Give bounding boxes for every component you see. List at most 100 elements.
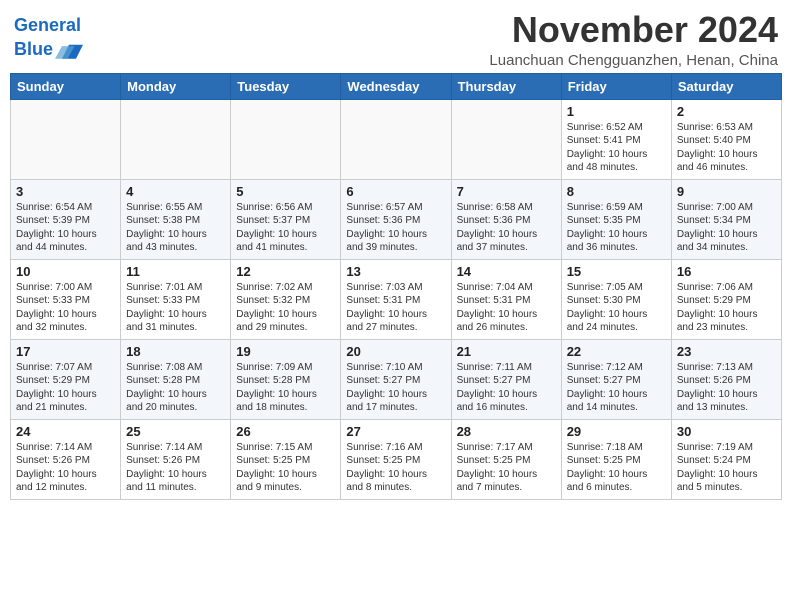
calendar-cell <box>11 99 121 179</box>
calendar-cell: 23 Sunrise: 7:13 AM Sunset: 5:26 PM Dayli… <box>671 339 781 419</box>
weekday-header-friday: Friday <box>561 73 671 99</box>
day-info: Sunrise: 7:04 AM Sunset: 5:31 PM Dayligh… <box>457 281 556 335</box>
calendar-cell: 4 Sunrise: 6:55 AM Sunset: 5:38 PM Daylig… <box>121 179 231 259</box>
weekday-header-sunday: Sunday <box>11 73 121 99</box>
day-number: 17 <box>16 344 115 359</box>
day-number: 28 <box>457 424 556 439</box>
calendar-cell: 1Sunrise: 6:52 AM Sunset: 5:41 PM Daylig… <box>561 99 671 179</box>
day-info: Sunrise: 7:07 AM Sunset: 5:29 PM Dayligh… <box>16 361 115 415</box>
day-info: Sunrise: 6:54 AM Sunset: 5:39 PM Dayligh… <box>16 201 115 255</box>
calendar-week-2: 3 Sunrise: 6:54 AM Sunset: 5:39 PM Daylig… <box>11 179 782 259</box>
calendar-cell: 20Sunrise: 7:10 AM Sunset: 5:27 PM Dayli… <box>341 339 451 419</box>
title-block: November 2024 Luanchuan Chengguanzhen, H… <box>489 10 778 69</box>
day-number: 18 <box>126 344 225 359</box>
day-info: Sunrise: 7:11 AM Sunset: 5:27 PM Dayligh… <box>457 361 556 415</box>
calendar-cell: 21 Sunrise: 7:11 AM Sunset: 5:27 PM Dayli… <box>451 339 561 419</box>
day-number: 13 <box>346 264 445 279</box>
page-header: General Blue November 2024 Luanchuan Che… <box>10 10 782 69</box>
day-number: 24 <box>16 424 115 439</box>
logo-icon <box>55 36 83 64</box>
day-info: Sunrise: 7:01 AM Sunset: 5:33 PM Dayligh… <box>126 281 225 335</box>
day-number: 16 <box>677 264 776 279</box>
calendar-cell: 29 Sunrise: 7:18 AM Sunset: 5:25 PM Dayli… <box>561 419 671 499</box>
calendar-cell: 30 Sunrise: 7:19 AM Sunset: 5:24 PM Dayli… <box>671 419 781 499</box>
day-info: Sunrise: 6:53 AM Sunset: 5:40 PM Dayligh… <box>677 121 776 175</box>
calendar-cell: 11 Sunrise: 7:01 AM Sunset: 5:33 PM Dayli… <box>121 259 231 339</box>
day-number: 14 <box>457 264 556 279</box>
calendar-cell <box>231 99 341 179</box>
calendar-cell: 25Sunrise: 7:14 AM Sunset: 5:26 PM Dayli… <box>121 419 231 499</box>
day-info: Sunrise: 7:18 AM Sunset: 5:25 PM Dayligh… <box>567 441 666 495</box>
day-info: Sunrise: 6:59 AM Sunset: 5:35 PM Dayligh… <box>567 201 666 255</box>
day-number: 7 <box>457 184 556 199</box>
calendar-cell: 28Sunrise: 7:17 AM Sunset: 5:25 PM Dayli… <box>451 419 561 499</box>
day-info: Sunrise: 7:05 AM Sunset: 5:30 PM Dayligh… <box>567 281 666 335</box>
calendar-cell: 14 Sunrise: 7:04 AM Sunset: 5:31 PM Dayli… <box>451 259 561 339</box>
calendar-week-3: 10 Sunrise: 7:00 AM Sunset: 5:33 PM Dayli… <box>11 259 782 339</box>
day-number: 21 <box>457 344 556 359</box>
calendar-cell: 8Sunrise: 6:59 AM Sunset: 5:35 PM Daylig… <box>561 179 671 259</box>
day-number: 5 <box>236 184 335 199</box>
day-number: 10 <box>16 264 115 279</box>
logo-blue: Blue <box>14 40 53 60</box>
day-info: Sunrise: 6:55 AM Sunset: 5:38 PM Dayligh… <box>126 201 225 255</box>
day-number: 27 <box>346 424 445 439</box>
calendar-cell: 17 Sunrise: 7:07 AM Sunset: 5:29 PM Dayli… <box>11 339 121 419</box>
day-number: 2 <box>677 104 776 119</box>
day-info: Sunrise: 6:57 AM Sunset: 5:36 PM Dayligh… <box>346 201 445 255</box>
location: Luanchuan Chengguanzhen, Henan, China <box>489 52 778 69</box>
day-info: Sunrise: 7:19 AM Sunset: 5:24 PM Dayligh… <box>677 441 776 495</box>
calendar-header-row: SundayMondayTuesdayWednesdayThursdayFrid… <box>11 73 782 99</box>
calendar-cell <box>121 99 231 179</box>
day-number: 4 <box>126 184 225 199</box>
day-number: 20 <box>346 344 445 359</box>
logo: General Blue <box>14 16 83 64</box>
month-title: November 2024 <box>489 10 778 50</box>
day-info: Sunrise: 7:06 AM Sunset: 5:29 PM Dayligh… <box>677 281 776 335</box>
day-number: 1 <box>567 104 666 119</box>
calendar-cell: 18 Sunrise: 7:08 AM Sunset: 5:28 PM Dayli… <box>121 339 231 419</box>
calendar-cell: 22Sunrise: 7:12 AM Sunset: 5:27 PM Dayli… <box>561 339 671 419</box>
day-info: Sunrise: 7:03 AM Sunset: 5:31 PM Dayligh… <box>346 281 445 335</box>
day-number: 15 <box>567 264 666 279</box>
day-number: 26 <box>236 424 335 439</box>
calendar-cell: 9 Sunrise: 7:00 AM Sunset: 5:34 PM Daylig… <box>671 179 781 259</box>
calendar-cell: 10 Sunrise: 7:00 AM Sunset: 5:33 PM Dayli… <box>11 259 121 339</box>
day-number: 9 <box>677 184 776 199</box>
day-number: 29 <box>567 424 666 439</box>
day-info: Sunrise: 7:16 AM Sunset: 5:25 PM Dayligh… <box>346 441 445 495</box>
weekday-header-thursday: Thursday <box>451 73 561 99</box>
day-number: 12 <box>236 264 335 279</box>
day-info: Sunrise: 7:08 AM Sunset: 5:28 PM Dayligh… <box>126 361 225 415</box>
day-info: Sunrise: 7:14 AM Sunset: 5:26 PM Dayligh… <box>16 441 115 495</box>
weekday-header-monday: Monday <box>121 73 231 99</box>
logo-general: General <box>14 15 81 35</box>
day-info: Sunrise: 6:56 AM Sunset: 5:37 PM Dayligh… <box>236 201 335 255</box>
calendar-cell: 6 Sunrise: 6:57 AM Sunset: 5:36 PM Daylig… <box>341 179 451 259</box>
calendar-cell: 15 Sunrise: 7:05 AM Sunset: 5:30 PM Dayli… <box>561 259 671 339</box>
calendar-cell: 5 Sunrise: 6:56 AM Sunset: 5:37 PM Daylig… <box>231 179 341 259</box>
calendar-cell: 19Sunrise: 7:09 AM Sunset: 5:28 PM Dayli… <box>231 339 341 419</box>
day-info: Sunrise: 7:00 AM Sunset: 5:33 PM Dayligh… <box>16 281 115 335</box>
day-number: 30 <box>677 424 776 439</box>
calendar-cell: 24 Sunrise: 7:14 AM Sunset: 5:26 PM Dayli… <box>11 419 121 499</box>
day-number: 25 <box>126 424 225 439</box>
calendar-cell: 27 Sunrise: 7:16 AM Sunset: 5:25 PM Dayli… <box>341 419 451 499</box>
calendar-week-5: 24 Sunrise: 7:14 AM Sunset: 5:26 PM Dayli… <box>11 419 782 499</box>
day-info: Sunrise: 7:13 AM Sunset: 5:26 PM Dayligh… <box>677 361 776 415</box>
calendar-table: SundayMondayTuesdayWednesdayThursdayFrid… <box>10 73 782 500</box>
calendar-cell: 13 Sunrise: 7:03 AM Sunset: 5:31 PM Dayli… <box>341 259 451 339</box>
calendar-cell: 16 Sunrise: 7:06 AM Sunset: 5:29 PM Dayli… <box>671 259 781 339</box>
calendar-cell: 7 Sunrise: 6:58 AM Sunset: 5:36 PM Daylig… <box>451 179 561 259</box>
day-info: Sunrise: 7:15 AM Sunset: 5:25 PM Dayligh… <box>236 441 335 495</box>
day-info: Sunrise: 7:00 AM Sunset: 5:34 PM Dayligh… <box>677 201 776 255</box>
day-number: 3 <box>16 184 115 199</box>
day-number: 6 <box>346 184 445 199</box>
day-number: 22 <box>567 344 666 359</box>
day-info: Sunrise: 6:58 AM Sunset: 5:36 PM Dayligh… <box>457 201 556 255</box>
calendar-cell: 26 Sunrise: 7:15 AM Sunset: 5:25 PM Dayli… <box>231 419 341 499</box>
day-number: 23 <box>677 344 776 359</box>
day-number: 11 <box>126 264 225 279</box>
calendar-cell <box>341 99 451 179</box>
day-info: Sunrise: 7:02 AM Sunset: 5:32 PM Dayligh… <box>236 281 335 335</box>
